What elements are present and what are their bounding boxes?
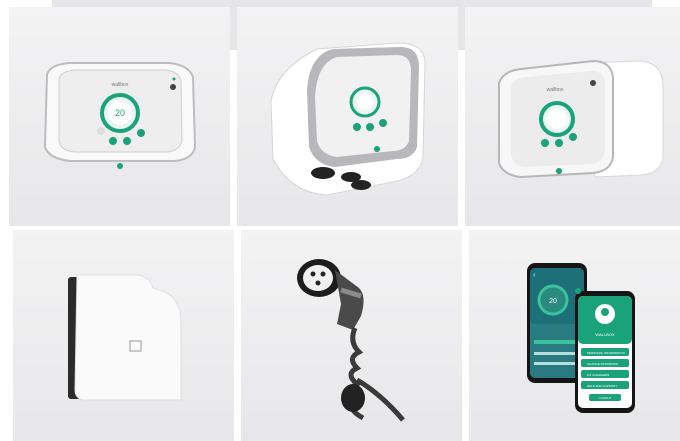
menu-item-label: PERSONAL INFORMATION (587, 351, 625, 355)
logout-label: LOGOUT (599, 396, 612, 400)
power-icon (109, 137, 117, 145)
screen-brand: wallbox (547, 87, 564, 93)
gallery-tile-connector[interactable] (241, 230, 462, 441)
power-icon (541, 139, 549, 147)
charger-front-image: 20 wallbox (43, 62, 197, 169)
wallbox-logo-icon (374, 146, 380, 152)
info-icon (379, 119, 387, 127)
power-icon (353, 123, 361, 131)
menu-item-label: MY CHARGERS (587, 373, 609, 377)
info-icon (137, 129, 145, 137)
gallery-tile-mobile-app[interactable]: 20 ‹ WALLBOX PERSONAL INFORMATION CHANGE… (469, 230, 680, 441)
charger-angled-image: wallbox (498, 59, 664, 179)
charger-side-image (68, 274, 182, 401)
lock-icon (97, 127, 105, 135)
mobile-app-image: 20 ‹ WALLBOX PERSONAL INFORMATION CHANGE… (527, 263, 635, 413)
settings-icon (366, 123, 374, 131)
gallery-tile-front-view[interactable]: 20 wallbox (9, 7, 230, 226)
screen-brand: wallbox (112, 82, 129, 88)
phone-screen-value: 20 (549, 298, 557, 305)
wallbox-logo-icon (556, 168, 562, 174)
status-led-icon (172, 77, 176, 81)
user-icon (170, 84, 176, 90)
phone-title: WALLBOX (595, 332, 615, 337)
charging-cable-image (297, 259, 405, 422)
settings-icon (123, 137, 131, 145)
charger-bottom-image (270, 42, 426, 196)
gallery-tile-bottom-view[interactable] (237, 7, 458, 226)
settings-icon (555, 139, 563, 147)
info-icon (569, 133, 577, 141)
wallbox-logo-icon (117, 163, 123, 169)
gallery-tile-angled-view[interactable]: wallbox (465, 7, 680, 226)
user-icon (590, 80, 596, 86)
screen-value: 20 (115, 108, 125, 118)
menu-item-label: HELP AND SUPPORT (587, 384, 617, 388)
menu-item-label: CHANGE PASSWORD (587, 362, 619, 366)
user-icon (601, 308, 609, 316)
gallery-tile-side-view[interactable] (13, 230, 234, 441)
back-arrow-icon[interactable] (575, 288, 581, 294)
